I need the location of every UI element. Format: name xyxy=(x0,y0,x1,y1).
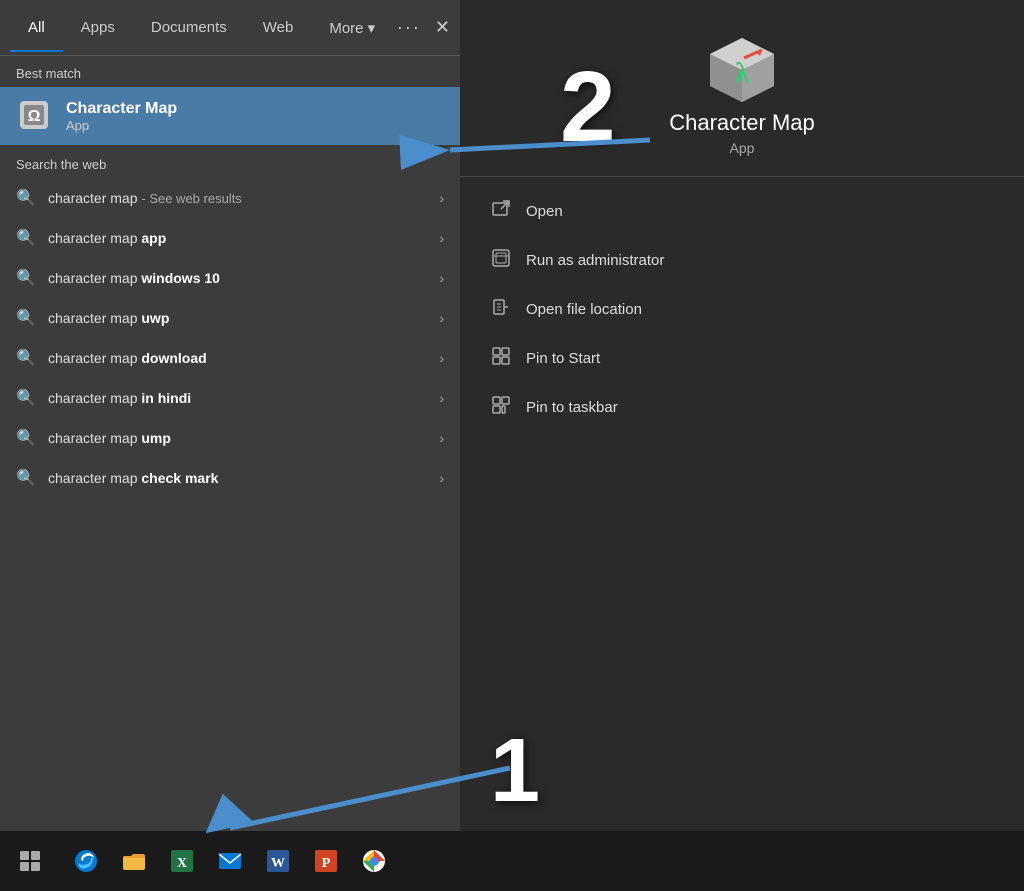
result-item-2[interactable]: 🔍 character map windows 10 › xyxy=(0,258,460,298)
svg-text:X: X xyxy=(177,856,187,871)
pin-to-taskbar-label: Pin to taskbar xyxy=(526,399,618,416)
taskbar-edge[interactable] xyxy=(64,839,108,883)
best-match-title: Character Map xyxy=(66,100,177,118)
result-left-5: 🔍 character map in hindi xyxy=(16,388,427,408)
result-text-4: character map download xyxy=(48,350,207,366)
actions-list: Open Run as administrator xyxy=(460,177,1024,442)
result-text-7: character map check mark xyxy=(48,470,218,486)
result-text-6: character map ump xyxy=(48,430,171,446)
result-left-7: 🔍 character map check mark xyxy=(16,468,427,488)
chevron-icon-1: › xyxy=(439,230,444,246)
pin-to-start-label: Pin to Start xyxy=(526,350,600,367)
result-left-3: 🔍 character map uwp xyxy=(16,308,427,328)
search-icon-2: 🔍 xyxy=(16,268,36,288)
run-as-admin-label: Run as administrator xyxy=(526,252,664,269)
svg-text:W: W xyxy=(271,856,285,871)
result-text-2: character map windows 10 xyxy=(48,270,220,286)
result-item-0[interactable]: 🔍 character map - See web results › xyxy=(0,178,460,218)
result-text-0: character map - See web results xyxy=(48,190,242,206)
app-name: Character Map xyxy=(669,110,815,136)
taskbar-word[interactable]: W xyxy=(256,839,300,883)
app-detail: λ Character Map App xyxy=(460,0,1024,177)
taskbar-mail[interactable] xyxy=(208,839,252,883)
result-left-0: 🔍 character map - See web results xyxy=(16,188,427,208)
result-text-5: character map in hindi xyxy=(48,390,191,406)
result-item-3[interactable]: 🔍 character map uwp › xyxy=(0,298,460,338)
search-icon-6: 🔍 xyxy=(16,428,36,448)
tab-all[interactable]: All xyxy=(10,3,63,52)
chevron-icon-2: › xyxy=(439,270,444,286)
result-left-2: 🔍 character map windows 10 xyxy=(16,268,427,288)
tabs-right: ··· ✕ xyxy=(397,17,450,38)
svg-text:P: P xyxy=(322,856,331,871)
taskbar-chrome[interactable] xyxy=(352,839,396,883)
ellipsis-button[interactable]: ··· xyxy=(397,17,421,38)
chevron-icon-6: › xyxy=(439,430,444,446)
pin-to-start-icon xyxy=(490,346,512,371)
tab-apps[interactable]: Apps xyxy=(63,3,133,52)
result-item-7[interactable]: 🔍 character map check mark › xyxy=(0,458,460,498)
search-icon-5: 🔍 xyxy=(16,388,36,408)
tab-web[interactable]: Web xyxy=(245,3,312,52)
taskbar: X W P xyxy=(0,831,1024,891)
chevron-icon-0: › xyxy=(439,190,444,206)
result-text-1: character map app xyxy=(48,230,166,246)
chevron-icon-3: › xyxy=(439,310,444,326)
taskbar-powerpoint[interactable]: P xyxy=(304,839,348,883)
result-item-4[interactable]: 🔍 character map download › xyxy=(0,338,460,378)
best-match-subtitle: App xyxy=(66,118,177,133)
search-icon-4: 🔍 xyxy=(16,348,36,368)
run-as-admin-icon xyxy=(490,248,512,273)
open-file-location-icon xyxy=(490,297,512,322)
result-text-3: character map uwp xyxy=(48,310,169,326)
action-pin-to-start[interactable]: Pin to Start xyxy=(460,334,1024,383)
action-run-as-admin[interactable]: Run as administrator xyxy=(460,236,1024,285)
action-open-file-location[interactable]: Open file location xyxy=(460,285,1024,334)
chevron-icon-4: › xyxy=(439,350,444,366)
result-item-5[interactable]: 🔍 character map in hindi › xyxy=(0,378,460,418)
search-web-label: Search the web xyxy=(0,145,460,178)
app-type: App xyxy=(730,140,755,156)
best-match-item[interactable]: Ω Character Map App xyxy=(0,87,460,145)
charmap-app-icon: Ω xyxy=(16,97,54,135)
result-item-1[interactable]: 🔍 character map app › xyxy=(0,218,460,258)
best-match-label: Best match xyxy=(0,56,460,87)
tab-more[interactable]: More ▾ xyxy=(311,3,393,53)
taskbar-task-view[interactable] xyxy=(8,839,52,883)
app-logo-icon: λ xyxy=(702,30,782,110)
search-icon-0: 🔍 xyxy=(16,188,36,208)
search-icon-1: 🔍 xyxy=(16,228,36,248)
chevron-icon-5: › xyxy=(439,390,444,406)
result-left-4: 🔍 character map download xyxy=(16,348,427,368)
result-item-6[interactable]: 🔍 character map ump › xyxy=(0,418,460,458)
pin-to-taskbar-icon xyxy=(490,395,512,420)
search-icon-7: 🔍 xyxy=(16,468,36,488)
result-left-6: 🔍 character map ump xyxy=(16,428,427,448)
result-left-1: 🔍 character map app xyxy=(16,228,427,248)
chevron-icon-7: › xyxy=(439,470,444,486)
best-match-text: Character Map App xyxy=(66,100,177,133)
taskbar-file-explorer[interactable] xyxy=(112,839,156,883)
taskbar-excel[interactable]: X xyxy=(160,839,204,883)
search-results-list: 🔍 character map - See web results › 🔍 ch… xyxy=(0,178,460,831)
svg-text:Ω: Ω xyxy=(28,108,41,125)
open-icon xyxy=(490,199,512,224)
close-button[interactable]: ✕ xyxy=(435,17,450,38)
search-icon-3: 🔍 xyxy=(16,308,36,328)
tab-documents[interactable]: Documents xyxy=(133,3,245,52)
svg-text:λ: λ xyxy=(735,58,749,89)
open-label: Open xyxy=(526,203,563,220)
tabs-bar: All Apps Documents Web More ▾ ··· ✕ xyxy=(0,0,460,56)
action-pin-to-taskbar[interactable]: Pin to taskbar xyxy=(460,383,1024,432)
right-panel: λ Character Map App Open xyxy=(460,0,1024,891)
action-open[interactable]: Open xyxy=(460,187,1024,236)
search-panel: All Apps Documents Web More ▾ ··· ✕ Best… xyxy=(0,0,460,891)
open-file-location-label: Open file location xyxy=(526,301,642,318)
tabs-left: All Apps Documents Web More ▾ xyxy=(10,3,393,53)
